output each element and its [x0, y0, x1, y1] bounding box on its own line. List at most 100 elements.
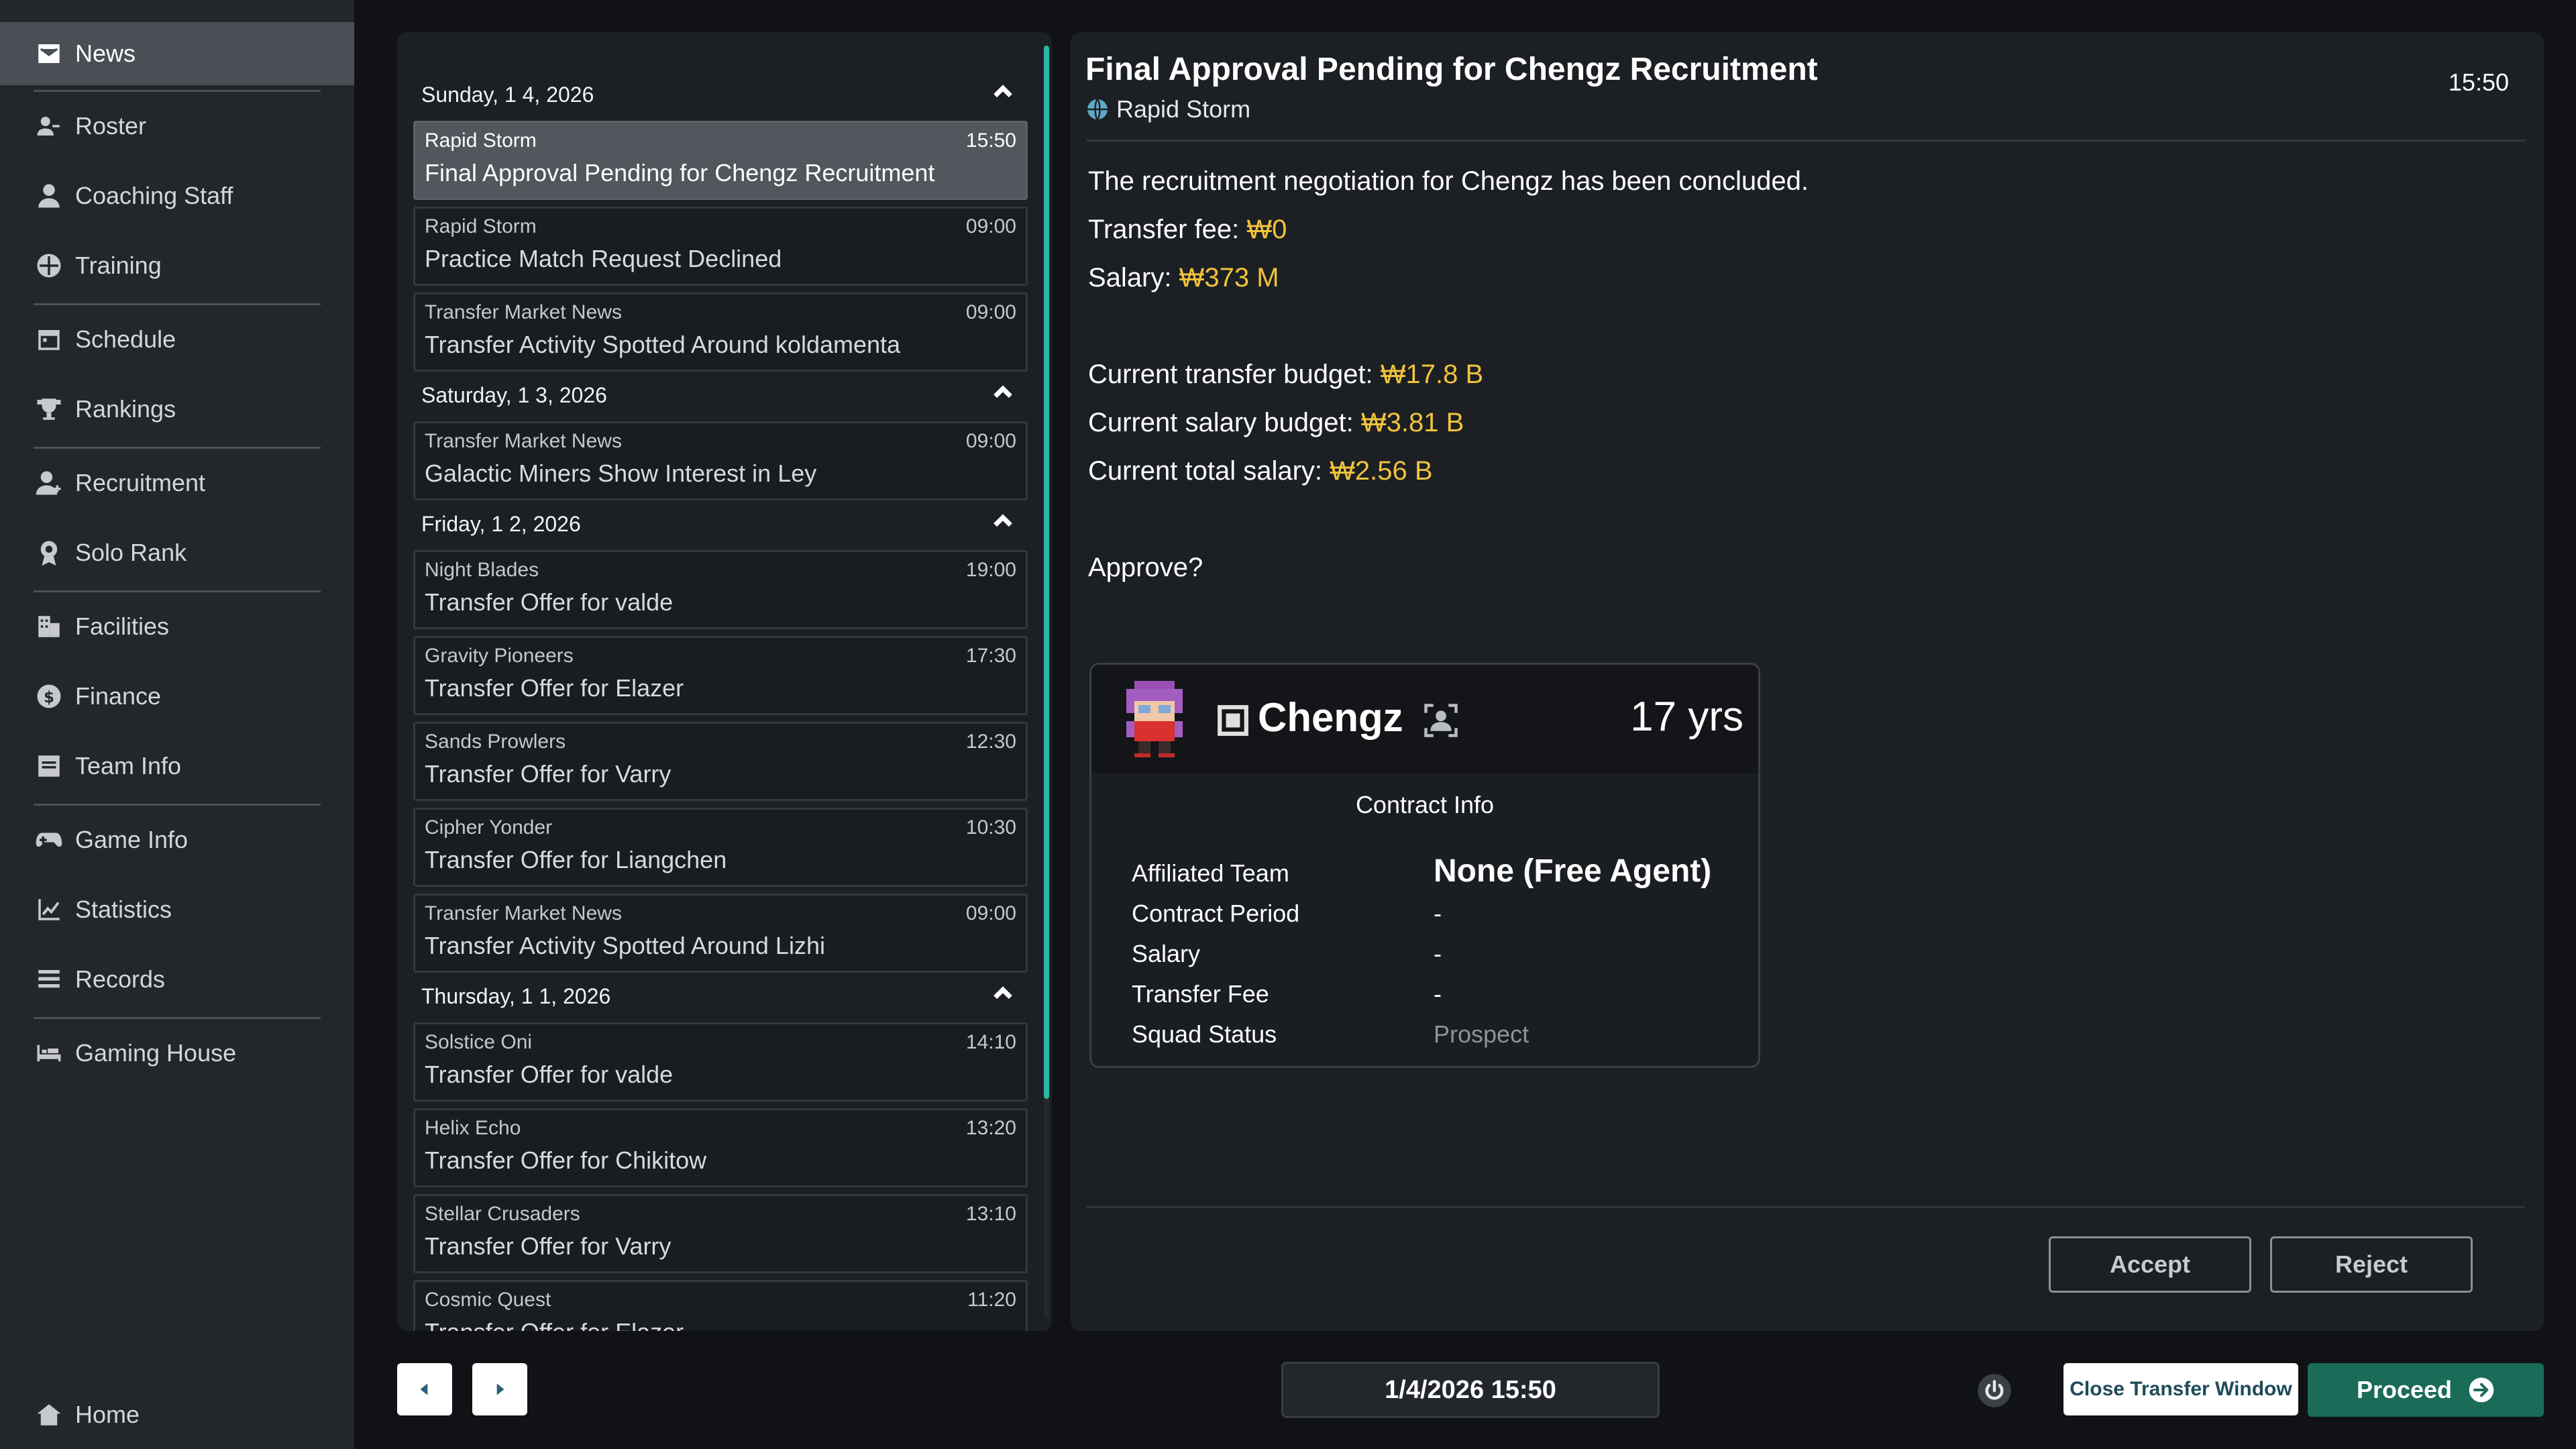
news-item[interactable]: Solstice Oni 14:10 Transfer Offer for va… [413, 1022, 1028, 1102]
detail-time: 15:50 [2448, 68, 2509, 96]
sidebar-item-home[interactable]: Home [0, 1383, 354, 1446]
scrollbar-thumb[interactable] [1044, 46, 1049, 1099]
detail-intro: The recruitment negotiation for Chengz h… [1088, 166, 1809, 196]
proceed-label: Proceed [2356, 1376, 2453, 1403]
news-time: 17:30 [965, 645, 1016, 667]
news-item[interactable]: Night Blades 19:00 Transfer Offer for va… [413, 550, 1028, 629]
news-item[interactable]: Gravity Pioneers 17:30 Transfer Offer fo… [413, 636, 1028, 715]
close-transfer-window-button[interactable]: Close Transfer Window [2063, 1363, 2298, 1415]
contract-label: Affiliated Team [1132, 859, 1289, 887]
news-time: 19:00 [965, 559, 1016, 581]
sidebar-item-coaching-staff[interactable]: Coaching Staff [0, 164, 354, 227]
date-group-header[interactable]: Saturday, 1 3, 2026 [413, 369, 1028, 421]
news-title: Final Approval Pending for Chengz Recrui… [425, 159, 935, 186]
date-group-label: Sunday, 1 4, 2026 [421, 82, 594, 107]
news-title: Transfer Activity Spotted Around koldame… [425, 331, 901, 358]
power-icon[interactable] [1976, 1373, 2012, 1409]
news-item[interactable]: Rapid Storm 15:50 Final Approval Pending… [413, 121, 1028, 200]
date-group-header[interactable]: Thursday, 1 1, 2026 [413, 970, 1028, 1022]
chevron-up-icon[interactable] [991, 80, 1014, 109]
news-item[interactable]: Cosmic Quest 11:20 Transfer Offer for El… [413, 1280, 1028, 1331]
roster-icon [34, 111, 64, 142]
sidebar-item-schedule[interactable]: Schedule [0, 308, 354, 371]
sidebar: News Roster Coaching Staff Training Sche… [0, 0, 354, 1449]
news-item[interactable]: Transfer Market News 09:00 Transfer Acti… [413, 292, 1028, 372]
sidebar-item-label: Home [75, 1401, 140, 1428]
add-person-icon [34, 468, 64, 498]
news-time: 13:10 [965, 1203, 1016, 1225]
sidebar-item-label: Facilities [75, 612, 170, 640]
sidebar-item-gaming-house[interactable]: Gaming House [0, 1022, 354, 1085]
salary-value: ₩373 M [1179, 263, 1279, 292]
date-group-label: Thursday, 1 1, 2026 [421, 983, 611, 1008]
sidebar-item-recruitment[interactable]: Recruitment [0, 451, 354, 515]
date-group-label: Saturday, 1 3, 2026 [421, 382, 607, 407]
reject-button[interactable]: Reject [2270, 1236, 2473, 1293]
sidebar-item-facilities[interactable]: Facilities [0, 595, 354, 658]
detail-question: Approve? [1088, 553, 1203, 582]
news-time: 11:20 [967, 1289, 1016, 1311]
sidebar-item-team-info[interactable]: Team Info [0, 735, 354, 798]
calendar-icon [34, 324, 64, 355]
sidebar-item-game-info[interactable]: Game Info [0, 808, 354, 871]
news-source: Sands Prowlers [425, 731, 566, 753]
sidebar-item-solo-rank[interactable]: Solo Rank [0, 521, 354, 584]
news-source: Transfer Market News [425, 301, 622, 323]
trophy-icon [34, 394, 64, 425]
news-time: 13:20 [965, 1117, 1016, 1139]
next-button[interactable] [472, 1363, 527, 1415]
news-item[interactable]: Rapid Storm 09:00 Practice Match Request… [413, 207, 1028, 286]
label: Current salary budget: [1088, 408, 1361, 437]
contract-value: None (Free Agent) [1434, 853, 1712, 889]
proceed-button[interactable]: Proceed [2308, 1363, 2544, 1417]
caret-left-icon [420, 1383, 428, 1395]
chevron-up-icon[interactable] [991, 982, 1014, 1010]
sidebar-item-training[interactable]: Training [0, 234, 354, 297]
news-item[interactable]: Stellar Crusaders 13:10 Transfer Offer f… [413, 1194, 1028, 1273]
sidebar-item-finance[interactable]: $ Finance [0, 665, 354, 728]
news-item[interactable]: Sands Prowlers 12:30 Transfer Offer for … [413, 722, 1028, 801]
medal-icon [34, 537, 64, 568]
player-avatar-icon [1126, 681, 1183, 757]
player-name: Chengz [1258, 695, 1403, 740]
detail-transfer-fee: Transfer fee: ₩0 [1088, 215, 1287, 245]
contract-label: Salary [1132, 940, 1201, 967]
caret-right-icon [496, 1383, 504, 1395]
news-item[interactable]: Cipher Yonder 10:30 Transfer Offer for L… [413, 808, 1028, 887]
detail-transfer-budget: Current transfer budget: ₩17.8 B [1088, 360, 1483, 390]
chevron-up-icon[interactable] [991, 381, 1014, 409]
prev-button[interactable] [397, 1363, 452, 1415]
news-item[interactable]: Transfer Market News 09:00 Galactic Mine… [413, 421, 1028, 500]
news-source: Cosmic Quest [425, 1289, 551, 1311]
sidebar-item-rankings[interactable]: Rankings [0, 378, 354, 441]
news-title: Practice Match Request Declined [425, 245, 782, 272]
news-source: Stellar Crusaders [425, 1203, 580, 1225]
sidebar-item-records[interactable]: Records [0, 948, 354, 1011]
chevron-up-icon[interactable] [991, 510, 1014, 538]
sidebar-item-label: Solo Rank [75, 539, 187, 566]
news-item[interactable]: Transfer Market News 09:00 Transfer Acti… [413, 894, 1028, 973]
sidebar-item-statistics[interactable]: Statistics [0, 878, 354, 941]
sidebar-item-label: Gaming House [75, 1039, 237, 1067]
accept-button[interactable]: Accept [2049, 1236, 2251, 1293]
player-card[interactable]: Chengz 17 yrs Contract Info Affiliated T… [1089, 663, 1760, 1068]
transfer-fee-value: ₩0 [1246, 215, 1287, 244]
date-group-header[interactable]: Friday, 1 2, 2026 [413, 498, 1028, 550]
news-item[interactable]: Helix Echo 13:20 Transfer Offer for Chik… [413, 1108, 1028, 1187]
coin-icon: $ [34, 681, 64, 712]
news-source: Transfer Market News [425, 902, 622, 924]
sidebar-item-news[interactable]: News [0, 22, 354, 85]
sidebar-item-roster[interactable]: Roster [0, 95, 354, 158]
news-icon [34, 38, 64, 69]
news-list[interactable]: Sunday, 1 4, 2026 Rapid Storm 15:50 Fina… [397, 32, 1041, 1331]
salary-budget-value: ₩3.81 B [1360, 408, 1464, 437]
transfer-budget-value: ₩17.8 B [1380, 360, 1484, 389]
news-time: 12:30 [965, 731, 1016, 753]
divider [1087, 140, 2525, 142]
profile-icon[interactable] [1423, 702, 1459, 739]
sidebar-item-label: Statistics [75, 896, 172, 923]
news-title: Transfer Offer for Varry [425, 760, 672, 788]
news-source: Night Blades [425, 559, 539, 581]
news-title: Transfer Offer for Elazer [425, 1318, 1016, 1331]
date-group-header[interactable]: Sunday, 1 4, 2026 [413, 68, 1028, 121]
